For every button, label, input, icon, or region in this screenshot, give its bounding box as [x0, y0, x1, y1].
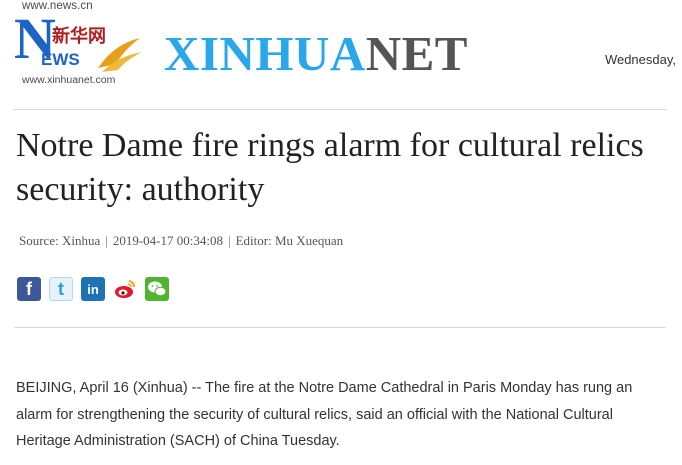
logo-sub-url: www.xinhuanet.com: [22, 74, 116, 86]
facebook-icon[interactable]: f: [17, 277, 41, 301]
share-bar: f t in: [17, 277, 169, 301]
weibo-icon[interactable]: [113, 277, 137, 301]
article-meta: Source: Xinhua | 2019-04-17 00:34:08 | Edito…: [19, 233, 343, 249]
article-editor: Editor: Mu Xuequan: [235, 233, 344, 248]
linkedin-glyph: in: [87, 281, 99, 297]
meta-separator: |: [227, 233, 231, 248]
header-divider: [14, 109, 666, 110]
header-date: Wednesday,: [604, 52, 676, 67]
article-body-paragraph: BEIJING, April 16 (Xinhua) -- The fire a…: [16, 380, 633, 449]
brand-xinhua: XINHUA: [164, 26, 366, 81]
wechat-shape: [145, 277, 169, 301]
linkedin-icon[interactable]: in: [81, 277, 105, 301]
weibo-shape: [115, 280, 135, 298]
article-source: Source: Xinhua: [19, 233, 101, 248]
xinhuanet-brand[interactable]: XINHUANET: [164, 26, 468, 82]
xinhua-logo[interactable]: www.news.cn N 新华网 EWS www.xinhuanet.com: [14, 0, 144, 88]
logo-wings-icon: [98, 38, 142, 72]
article-title: Notre Dame fire rings alarm for cultural…: [16, 127, 644, 208]
share-divider: [14, 327, 666, 328]
twitter-icon[interactable]: t: [49, 277, 73, 301]
logo-ews-text: EWS: [41, 50, 80, 69]
brand-net: NET: [365, 26, 468, 81]
meta-separator: |: [105, 233, 108, 248]
article-timestamp: 2019-04-17 00:34:08: [112, 233, 223, 248]
facebook-glyph: f: [26, 278, 32, 299]
wechat-icon[interactable]: [145, 277, 169, 301]
twitter-glyph: t: [58, 278, 64, 299]
